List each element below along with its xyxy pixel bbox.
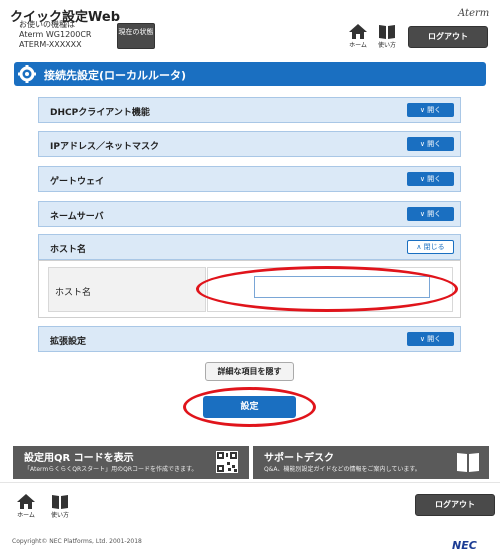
section-host-name: ホスト名 ∧ 閉じる xyxy=(38,234,461,260)
page-title: 接続先設定(ローカルルータ) xyxy=(44,69,187,82)
usage-label: 使い方 xyxy=(50,512,69,519)
chevron-up-icon: ∧ xyxy=(416,243,424,251)
qr-card-title: 設定用QR コードを表示 xyxy=(24,453,134,464)
toggle-label: 開く xyxy=(427,140,442,148)
section-label: ゲートウェイ xyxy=(50,177,105,187)
support-desk-card[interactable]: サポートデスク Q&A、機能別設定ガイドなどの情報をご案内しています。 xyxy=(253,446,489,479)
footer-logout-button[interactable]: ログアウト xyxy=(415,494,495,516)
home-label: ホーム xyxy=(349,42,367,49)
support-card-title: サポートデスク xyxy=(264,453,334,464)
section-label: 拡張設定 xyxy=(50,337,87,347)
page-title-bar: 接続先設定(ローカルルータ) xyxy=(14,62,486,86)
toggle-label: 閉じる xyxy=(423,243,445,251)
close-button[interactable]: ∧ 閉じる xyxy=(407,240,454,254)
book-icon xyxy=(379,25,395,39)
home-nav[interactable]: ホーム xyxy=(345,24,371,49)
section-dhcp: DHCPクライアント機能 ∨ 開く xyxy=(38,97,461,123)
qr-code-icon xyxy=(216,451,238,473)
open-button[interactable]: ∨ 開く xyxy=(407,172,454,186)
host-name-label: ホスト名 xyxy=(55,288,92,298)
section-name-server: ネームサーバ ∨ 開く xyxy=(38,201,461,227)
footer-usage-nav[interactable]: 使い方 xyxy=(47,494,73,519)
home-icon xyxy=(349,24,367,39)
qr-card-subtitle: 「AtermらくらくQRスタート」用のQRコードを作成できます。 xyxy=(24,466,198,473)
device-label: お使いの機種は xyxy=(19,20,75,29)
open-button[interactable]: ∨ 開く xyxy=(407,137,454,151)
section-gateway: ゲートウェイ ∨ 開く xyxy=(38,166,461,192)
open-button[interactable]: ∨ 開く xyxy=(407,207,454,221)
footer-home-nav[interactable]: ホーム xyxy=(13,494,39,519)
nec-logo: NEC xyxy=(452,539,477,552)
toggle-label: 開く xyxy=(427,175,442,183)
highlight-oval xyxy=(196,266,458,312)
gear-icon xyxy=(18,65,36,83)
section-label: IPアドレス／ネットマスク xyxy=(50,142,159,152)
section-label: ホスト名 xyxy=(50,245,87,255)
highlight-oval xyxy=(183,387,316,427)
page: クイック設定Web お使いの機種は Aterm WG1200CR ATERM-X… xyxy=(0,0,500,559)
toggle-label: 開く xyxy=(427,106,442,114)
section-ip-address: IPアドレス／ネットマスク ∨ 開く xyxy=(38,131,461,157)
device-id: ATERM-XXXXXX xyxy=(19,40,82,49)
section-label: ネームサーバ xyxy=(50,212,104,222)
qr-code-card[interactable]: 設定用QR コードを表示 「AtermらくらくQRスタート」用のQRコードを作成… xyxy=(13,446,249,479)
usage-label: 使い方 xyxy=(377,42,396,49)
logout-button[interactable]: ログアウト xyxy=(408,26,488,48)
book-icon xyxy=(457,453,479,472)
device-model: Aterm WG1200CR xyxy=(19,30,92,39)
home-icon xyxy=(17,494,35,509)
status-button[interactable]: 現在の状態 xyxy=(117,23,155,49)
toggle-label: 開く xyxy=(427,210,442,218)
toggle-label: 開く xyxy=(427,335,442,343)
book-icon xyxy=(52,495,68,509)
copyright: Copyright© NEC Platforms, Ltd. 2001-2018 xyxy=(12,538,142,545)
footer-divider xyxy=(0,482,500,483)
support-card-subtitle: Q&A、機能別設定ガイドなどの情報をご案内しています。 xyxy=(264,466,421,473)
home-label: ホーム xyxy=(17,512,35,519)
host-name-label-cell: ホスト名 xyxy=(48,267,206,312)
open-button[interactable]: ∨ 開く xyxy=(407,103,454,117)
usage-nav[interactable]: 使い方 xyxy=(374,24,400,49)
open-button[interactable]: ∨ 開く xyxy=(407,332,454,346)
section-extended: 拡張設定 ∨ 開く xyxy=(38,326,461,352)
hide-details-button[interactable]: 詳細な項目を隠す xyxy=(205,362,294,381)
section-label: DHCPクライアント機能 xyxy=(50,108,150,118)
aterm-logo: Aterm xyxy=(458,8,490,19)
